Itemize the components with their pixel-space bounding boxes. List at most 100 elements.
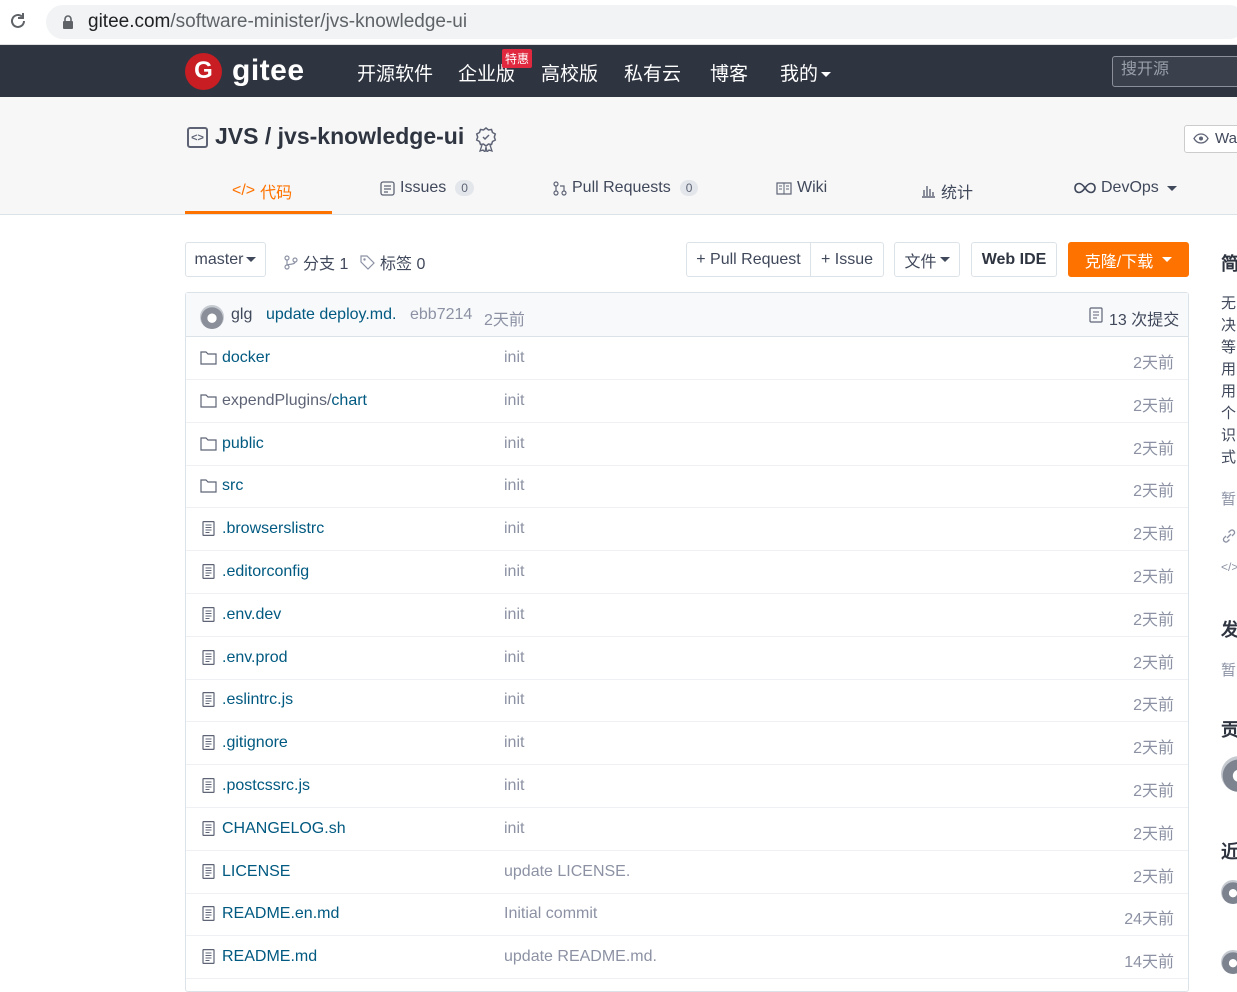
url-field[interactable]: gitee.com/software-minister/jvs-knowledg…	[46, 5, 1237, 39]
table-row: .eslintrc.js init 2天前	[186, 679, 1188, 723]
reload-icon[interactable]	[8, 11, 28, 31]
file-name-link[interactable]: .postcssrc.js	[222, 777, 310, 795]
file-name-link[interactable]: LICENSE	[222, 863, 290, 881]
avatar[interactable]	[200, 305, 224, 329]
file-commit-message[interactable]: init	[504, 392, 524, 410]
tab-pull-requests[interactable]: Pull Requests 0	[553, 179, 699, 197]
tab-code[interactable]: </> 代码	[232, 179, 292, 203]
file-name-link[interactable]: README.en.md	[222, 905, 339, 923]
infinity-icon	[1074, 182, 1096, 194]
search-box[interactable]	[1112, 56, 1237, 87]
file-icon	[202, 820, 215, 836]
file-commit-message[interactable]: init	[504, 649, 524, 667]
nav-education[interactable]: 高校版	[541, 59, 598, 86]
promo-badge: 特惠	[502, 49, 533, 68]
table-row: src init 2天前	[186, 465, 1188, 509]
file-commit-message[interactable]: update LICENSE.	[504, 863, 630, 881]
file-commit-message[interactable]: init	[504, 777, 524, 795]
file-commit-message[interactable]: init	[504, 691, 524, 709]
tags-link[interactable]: 标签 0	[360, 250, 425, 274]
branch-select[interactable]: master	[185, 242, 266, 277]
repo-title[interactable]: JVS / jvs-knowledge-ui	[215, 123, 464, 150]
chevron-down-icon	[1166, 185, 1177, 191]
file-name-link[interactable]: .eslintrc.js	[222, 691, 293, 709]
file-name-link[interactable]: docker	[222, 349, 270, 367]
tab-wiki[interactable]: Wiki	[776, 179, 827, 197]
clone-download-button[interactable]: 克隆/下载	[1068, 242, 1189, 277]
file-name-link[interactable]: .env.prod	[222, 649, 288, 667]
chevron-down-icon	[246, 257, 257, 262]
new-pull-request-button[interactable]: + Pull Request	[686, 242, 811, 277]
file-commit-message[interactable]: init	[504, 520, 524, 538]
award-icon[interactable]	[474, 126, 498, 152]
tab-devops[interactable]: DevOps	[1074, 179, 1177, 197]
chevron-down-icon	[1162, 257, 1173, 262]
file-commit-message[interactable]: update README.md.	[504, 948, 657, 966]
file-name-link[interactable]: CHANGELOG.sh	[222, 820, 346, 838]
file-commit-message[interactable]: init	[504, 349, 524, 367]
file-commit-message[interactable]: init	[504, 563, 524, 581]
file-icon	[202, 778, 215, 793]
latest-commit-row: glg update deploy.md. ebb7214 2天前 13 次提交	[186, 293, 1188, 337]
sidebar-text-line: 决	[1221, 317, 1237, 334]
tab-stats[interactable]: 统计	[921, 179, 973, 203]
folder-icon	[200, 394, 217, 408]
file-icon	[202, 649, 215, 665]
table-row: .postcssrc.js init 2天前	[186, 765, 1188, 808]
nav-private-cloud[interactable]: 私有云	[624, 59, 681, 86]
tab-issues[interactable]: Issues 0	[380, 179, 474, 197]
search-input[interactable]	[1113, 57, 1233, 83]
file-commit-message[interactable]: Initial commit	[504, 905, 597, 923]
file-menu-button[interactable]: 文件	[894, 242, 960, 277]
table-row: .editorconfig init 2天前	[186, 551, 1188, 594]
sidebar-text-line: 无	[1221, 295, 1237, 312]
branches-label: 分支 1	[303, 256, 349, 273]
branches-link[interactable]: 分支 1	[284, 250, 348, 274]
file-icon	[202, 606, 215, 622]
file-name-link[interactable]: README.md	[222, 948, 317, 966]
file-commit-message[interactable]: init	[504, 606, 524, 624]
file-name-link[interactable]: .editorconfig	[222, 563, 309, 581]
watch-button[interactable]: Wat	[1184, 125, 1237, 153]
commit-author[interactable]: glg	[231, 306, 252, 324]
commit-hash[interactable]: ebb7214	[410, 306, 472, 324]
file-name-prefix: expendPlugins/	[222, 391, 332, 409]
new-issue-button[interactable]: + Issue	[810, 242, 884, 277]
file-icon	[202, 906, 215, 922]
nav-mine-label: 我的	[780, 64, 819, 85]
file-icon	[202, 949, 215, 965]
file-commit-message[interactable]: init	[504, 734, 524, 752]
nav-open-source[interactable]: 开源软件	[357, 59, 433, 86]
file-name-link[interactable]: src	[222, 477, 243, 495]
file-commit-time: 2天前	[1133, 397, 1174, 415]
avatar[interactable]	[1221, 950, 1237, 974]
pull-request-icon	[553, 180, 567, 196]
commit-count[interactable]: 13 次提交	[1109, 306, 1179, 330]
gitee-logo[interactable]: G gitee	[185, 52, 305, 90]
nav-mine[interactable]: 我的	[780, 59, 832, 86]
commit-message[interactable]: update deploy.md.	[266, 306, 396, 324]
file-commit-message[interactable]: init	[504, 435, 524, 453]
file-name-link[interactable]: expendPlugins/chart	[222, 392, 367, 410]
file-name-link[interactable]: public	[222, 435, 264, 453]
sidebar-text-line: 个	[1221, 405, 1237, 422]
avatar[interactable]	[1221, 880, 1237, 904]
file-name-link[interactable]: .env.dev	[222, 606, 281, 624]
table-row: README.en.md Initial commit 24天前	[186, 893, 1188, 937]
table-row: README.md update README.md. 14天前	[186, 936, 1188, 980]
file-commit-message[interactable]: init	[504, 820, 524, 838]
pr-count: 0	[679, 180, 699, 196]
file-name-link[interactable]: .gitignore	[222, 734, 288, 752]
file-commit-message[interactable]: init	[504, 477, 524, 495]
sidebar-text-line: 用	[1221, 383, 1237, 400]
avatar[interactable]	[1221, 756, 1237, 792]
web-ide-button[interactable]: Web IDE	[971, 242, 1057, 277]
nav-blog[interactable]: 博客	[710, 59, 748, 86]
sidebar-text-line: 式	[1221, 449, 1237, 466]
commit-time: 2天前	[484, 312, 525, 329]
sidebar-contributors-heading: 贡	[1221, 720, 1237, 740]
tab-stats-label: 统计	[941, 185, 974, 202]
branch-label: master	[194, 250, 244, 268]
file-name-link[interactable]: .browserslistrc	[222, 520, 324, 538]
table-row: .env.prod init 2天前	[186, 637, 1188, 680]
